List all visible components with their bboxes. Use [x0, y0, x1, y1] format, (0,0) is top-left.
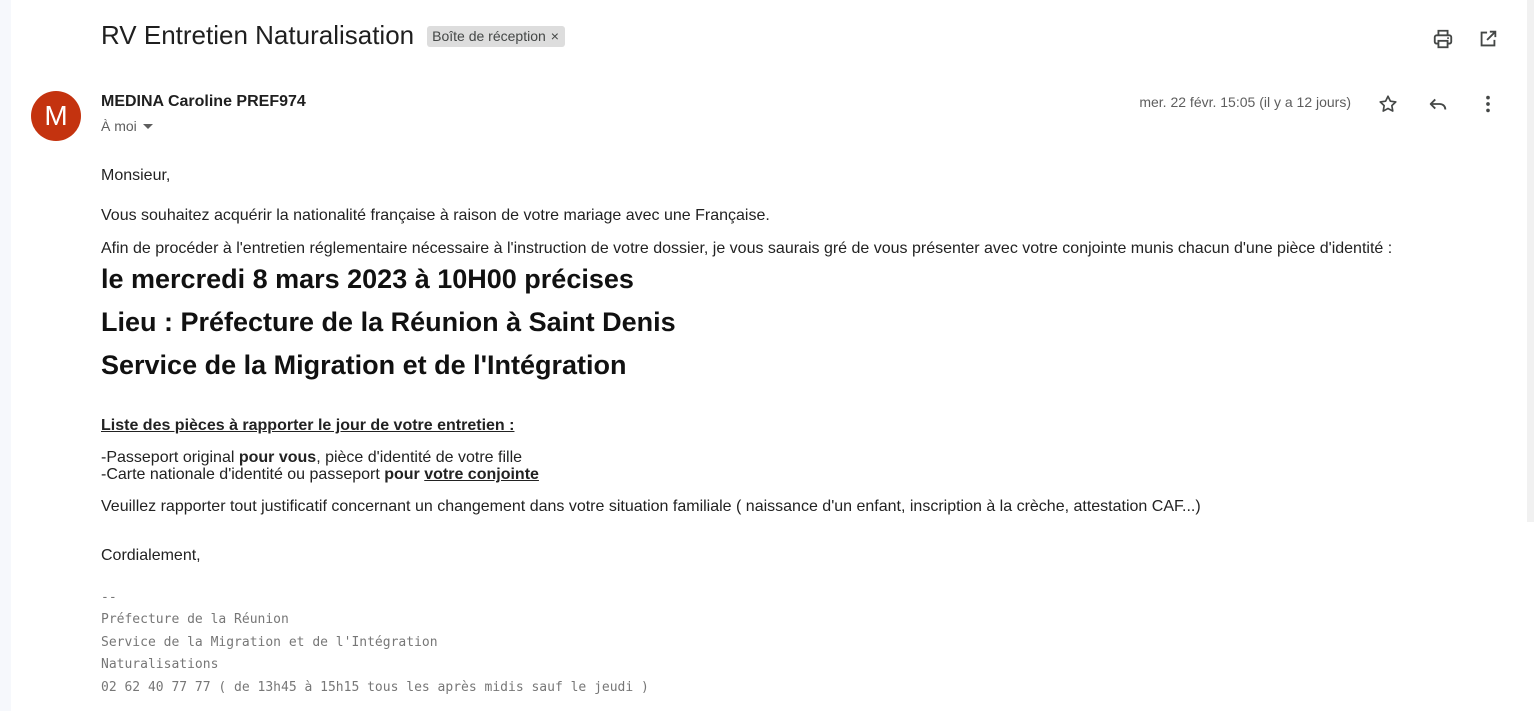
item-emphasis: pour vous — [238, 449, 317, 466]
open-in-new-window-icon[interactable] — [1476, 27, 1500, 51]
inbox-label-chip[interactable]: Boîte de réception × — [427, 26, 565, 47]
recipient-dropdown[interactable]: À moi — [101, 118, 153, 134]
sender-name[interactable]: MEDINA Caroline PREF974 — [101, 93, 306, 111]
sender-avatar[interactable]: M — [31, 91, 81, 141]
chevron-down-icon — [142, 123, 153, 129]
item-emphasis-underlined: votre conjointe — [424, 466, 539, 483]
remove-label-icon[interactable]: × — [551, 28, 559, 44]
subject-row: RV Entretien Naturalisation Boîte de réc… — [101, 20, 565, 51]
more-vert-icon[interactable] — [1476, 92, 1500, 116]
paragraph-3: Veuillez rapporter tout justificatif con… — [101, 498, 1201, 515]
signature-line: Naturalisations — [101, 657, 219, 672]
signature-line: Préfecture de la Réunion — [101, 612, 289, 627]
signature-line: Service de la Migration et de l'Intégrat… — [101, 635, 438, 650]
signature-separator: -- — [101, 590, 117, 605]
greeting: Monsieur, — [101, 167, 171, 184]
documents-list-item: -Carte nationale d'identité ou passeport… — [101, 466, 539, 484]
appointment-location: Lieu : Préfecture de la Réunion à Saint … — [101, 307, 676, 337]
appointment-service: Service de la Migration et de l'Intégrat… — [101, 350, 627, 380]
signature-phone: 02 62 40 77 77 ( de 13h45 à 15h15 tous l… — [101, 680, 649, 695]
email-date: mer. 22 févr. 15:05 (il y a 12 jours) — [1139, 94, 1351, 110]
scrollbar[interactable] — [1527, 0, 1534, 522]
label-chip-text: Boîte de réception — [432, 28, 546, 44]
appointment-date: le mercredi 8 mars 2023 à 10H00 précises — [101, 264, 634, 294]
documents-list-item: -Passeport original pour vous, pièce d'i… — [101, 449, 522, 467]
left-panel-edge — [0, 0, 11, 711]
documents-list-title: Liste des pièces à rapporter le jour de … — [101, 417, 515, 434]
paragraph-2: Afin de procéder à l'entretien réglement… — [101, 240, 1393, 257]
star-icon[interactable] — [1376, 92, 1400, 116]
closing: Cordialement, — [101, 547, 201, 564]
item-emphasis: pour — [384, 466, 425, 483]
email-subject: RV Entretien Naturalisation — [101, 20, 415, 50]
email-view: RV Entretien Naturalisation Boîte de réc… — [0, 0, 1534, 711]
reply-icon[interactable] — [1426, 92, 1450, 116]
item-text: -Carte nationale d'identité ou passeport — [101, 466, 385, 483]
paragraph-1: Vous souhaitez acquérir la nationalité f… — [101, 207, 770, 224]
recipient-label: À moi — [101, 118, 137, 134]
item-text: -Passeport original — [101, 449, 239, 466]
avatar-initial: M — [44, 100, 68, 131]
item-text: , pièce d'identité de votre fille — [316, 449, 523, 466]
print-icon[interactable] — [1431, 27, 1455, 51]
